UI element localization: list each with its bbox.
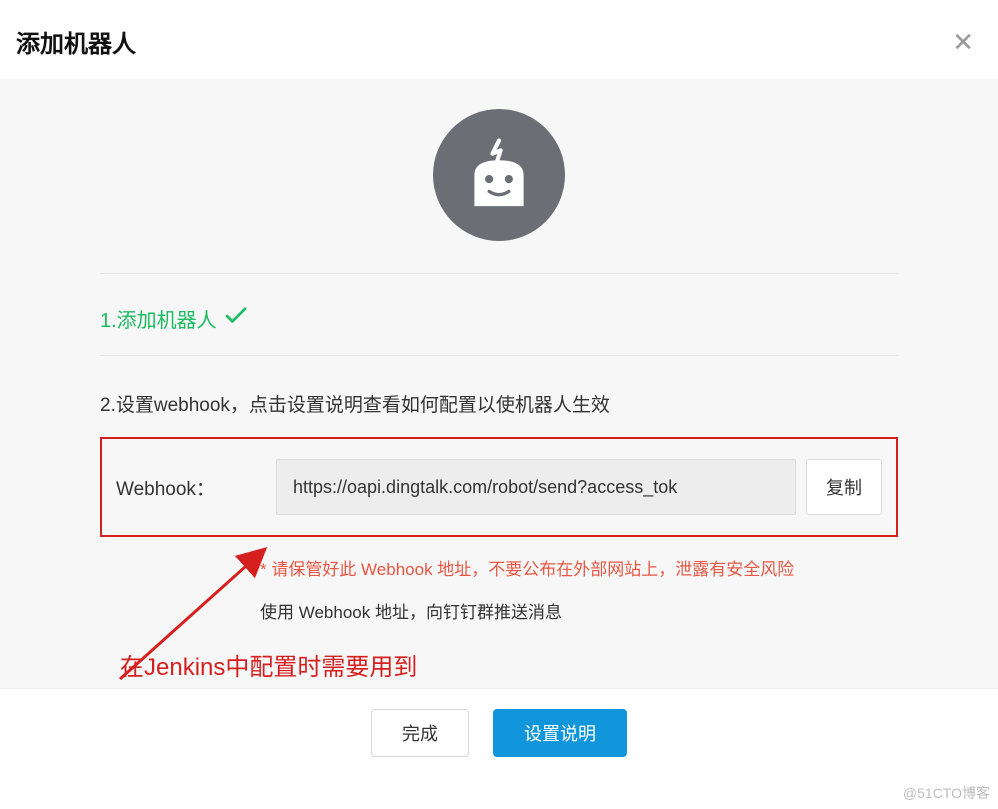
done-button[interactable]: 完成 xyxy=(371,709,469,757)
content-area: 1.添加机器人 2.设置webhook，点击设置说明查看如何配置以使机器人生效 … xyxy=(0,79,998,777)
modal-footer: 完成 设置说明 xyxy=(0,688,998,777)
webhook-label: Webhook： xyxy=(116,474,276,501)
webhook-warning: * 请保管好此 Webhook 地址，不要公布在外部网站上，泄露有安全风险 xyxy=(260,555,898,580)
webhook-input[interactable] xyxy=(276,459,796,515)
check-icon xyxy=(225,307,247,331)
webhook-highlight-box: Webhook： 复制 xyxy=(100,437,898,537)
watermark: @51CTO博客 xyxy=(903,783,990,803)
annotation-text: 在Jenkins中配置时需要用到 xyxy=(120,647,898,682)
robot-icon xyxy=(458,134,540,216)
webhook-info: 使用 Webhook 地址，向钉钉群推送消息 xyxy=(260,598,898,623)
robot-avatar xyxy=(433,109,565,241)
step2-label: 2.设置webhook，点击设置说明查看如何配置以使机器人生效 xyxy=(100,356,898,437)
settings-button[interactable]: 设置说明 xyxy=(493,709,627,757)
step1-row: 1.添加机器人 xyxy=(100,274,898,355)
modal-title: 添加机器人 xyxy=(16,24,136,59)
copy-button[interactable]: 复制 xyxy=(806,459,882,515)
step1-label: 1.添加机器人 xyxy=(100,304,217,333)
close-icon[interactable]: ✕ xyxy=(948,25,978,59)
